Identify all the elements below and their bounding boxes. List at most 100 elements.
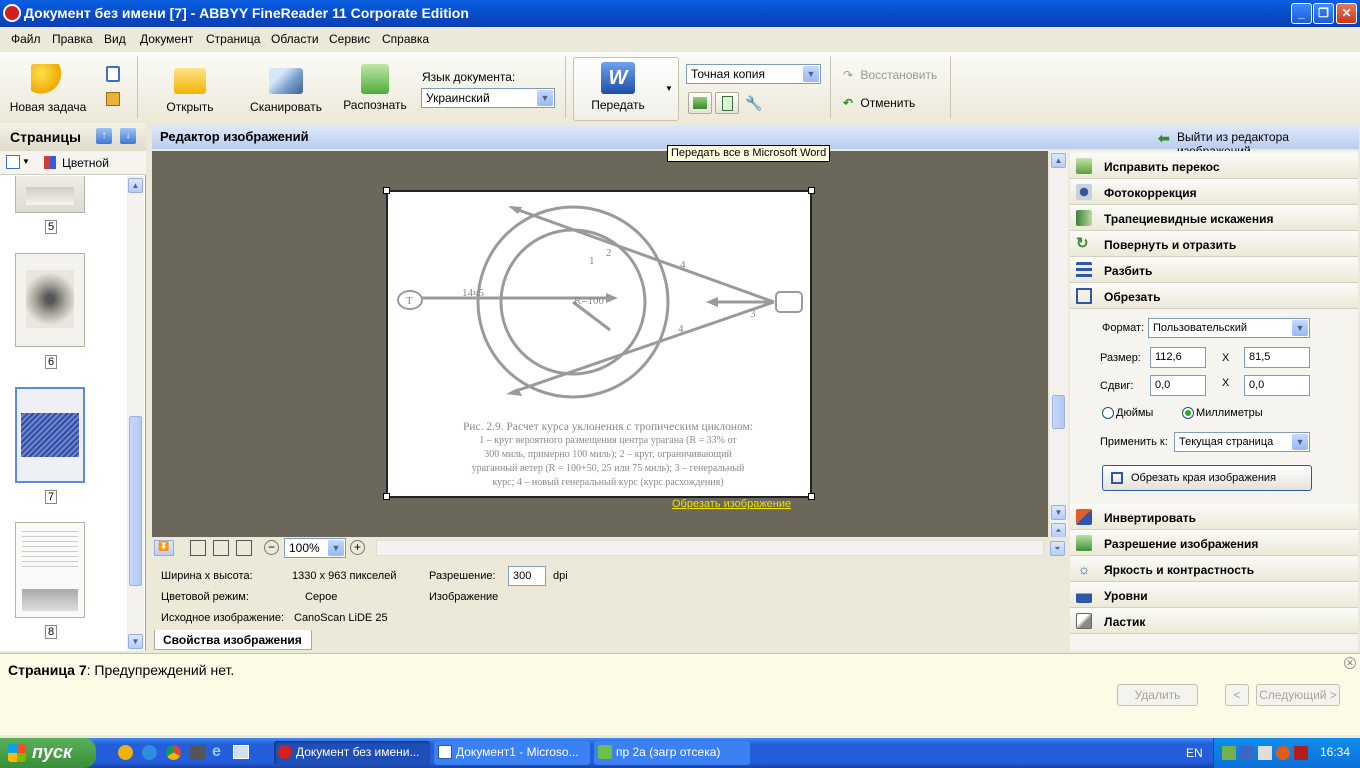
apply-to-select[interactable]: Текущая страница ▼ [1174, 432, 1310, 452]
close-button[interactable]: ✕ [1336, 3, 1357, 24]
scroll-thumb[interactable] [1052, 395, 1065, 429]
delete-button[interactable]: Удалить [1117, 684, 1198, 706]
scroll-down-icon[interactable]: ▼ [1051, 505, 1066, 520]
restore-button[interactable]: ↷ Восстановить [843, 68, 937, 82]
chevron-down-icon[interactable]: ▼ [22, 157, 30, 166]
menu-file[interactable]: Файл [11, 32, 41, 46]
crop-handle[interactable] [808, 187, 815, 194]
tool-rotate[interactable]: ↻ Повернуть и отразить [1070, 231, 1358, 257]
wrench-icon[interactable]: 🔧 [745, 95, 762, 112]
page-image[interactable]: T 14ч5 R=100 1 2 3 4 4 Рис. 2.9. Расчет … [383, 187, 815, 500]
tool-photo-correction[interactable]: Фотокоррекция [1070, 179, 1358, 205]
minimize-button[interactable]: _ [1291, 3, 1312, 24]
tool-deskew[interactable]: Исправить перекос [1070, 153, 1358, 179]
crop-image-link[interactable]: Обрезать изображение [672, 498, 791, 510]
image-properties-tab[interactable]: Свойства изображения [154, 630, 312, 650]
crop-edges-button[interactable]: Обрезать края изображения [1102, 465, 1312, 491]
send-button[interactable]: W Передать [578, 62, 658, 112]
antivirus-icon[interactable] [1294, 746, 1308, 760]
menu-help[interactable]: Справка [382, 32, 429, 46]
move-down-icon[interactable]: ↓ [120, 128, 136, 144]
next-button[interactable]: Следующий > [1256, 684, 1340, 706]
open-button[interactable]: Открыть [158, 64, 222, 114]
tool-brightness[interactable]: ☼ Яркость и контрастность [1070, 556, 1358, 582]
crop-handle[interactable] [808, 493, 815, 500]
scroll-up-icon[interactable]: ▲ [128, 178, 143, 193]
move-up-icon[interactable]: ↑ [96, 128, 112, 144]
tray-app-icon[interactable] [1240, 746, 1254, 760]
page-down-icon[interactable]: ⏷ [1050, 541, 1065, 556]
menu-view[interactable]: Вид [104, 32, 126, 46]
page-thumbnail-8[interactable] [15, 522, 85, 618]
quicklaunch-app-icon[interactable] [118, 745, 133, 760]
taskbar-finereader[interactable]: Документ без имени... [274, 741, 430, 765]
horizontal-scrollbar[interactable] [376, 540, 1044, 556]
menu-service[interactable]: Сервис [329, 32, 370, 46]
tool-trapezoid[interactable]: Трапециевидные искажения [1070, 205, 1358, 231]
previous-button[interactable]: < [1225, 684, 1249, 706]
collapse-icon[interactable]: ⏬ [154, 540, 174, 556]
tool-resolution[interactable]: Разрешение изображения [1070, 530, 1358, 556]
show-desktop-icon[interactable] [233, 745, 249, 759]
copy-pages-icon[interactable] [106, 92, 120, 106]
volume-icon[interactable] [1258, 746, 1272, 760]
send-dropdown-arrow[interactable]: ▼ [665, 84, 673, 93]
inches-radio[interactable] [1102, 407, 1114, 419]
fit-height-icon[interactable] [236, 540, 252, 556]
tool-levels[interactable]: Уровни [1070, 582, 1358, 608]
scroll-down-icon[interactable]: ▼ [128, 634, 143, 649]
new-task-button[interactable]: Новая задача [8, 64, 88, 114]
crop-width-input[interactable]: 112,6 [1150, 347, 1206, 368]
fit-page-icon[interactable] [190, 540, 206, 556]
scan-button[interactable]: Сканировать [246, 64, 326, 114]
quicklaunch-media-icon[interactable] [190, 745, 205, 760]
doc-language-select[interactable]: Украинский ▼ [421, 88, 555, 108]
ie-icon[interactable]: e [212, 743, 221, 761]
undo-button[interactable]: ↶ Отменить [843, 96, 915, 110]
crop-handle[interactable] [383, 187, 390, 194]
resolution-input[interactable]: 300 [508, 566, 546, 586]
close-icon[interactable]: ✕ [1344, 657, 1356, 669]
offset-x-input[interactable]: 0,0 [1150, 375, 1206, 396]
zoom-in-icon[interactable]: + [350, 540, 365, 555]
offset-y-input[interactable]: 0,0 [1244, 375, 1310, 396]
tool-invert[interactable]: Инвертировать [1070, 504, 1358, 530]
network-icon[interactable] [1222, 746, 1236, 760]
page-thumbnail-7[interactable] [15, 387, 85, 483]
recognize-button[interactable]: Распознать [340, 64, 410, 112]
zoom-out-icon[interactable]: − [264, 540, 279, 555]
language-indicator[interactable]: EN [1186, 746, 1203, 760]
crop-height-input[interactable]: 81,5 [1244, 347, 1310, 368]
menu-areas[interactable]: Области [271, 32, 319, 46]
color-mode-label[interactable]: Цветной [62, 156, 109, 170]
taskbar-folder[interactable]: пр 2а (загр отсека) [594, 741, 750, 765]
start-button[interactable]: пуск [0, 738, 96, 768]
taskbar-word[interactable]: Документ1 - Microso... [434, 741, 590, 765]
crop-handle[interactable] [383, 493, 390, 500]
page-thumbnail-5[interactable] [15, 176, 85, 213]
new-page-icon[interactable] [106, 66, 120, 82]
canvas-scrollbar[interactable]: ▲ ▼ ⏶ [1050, 151, 1068, 538]
chrome-icon[interactable] [166, 745, 181, 760]
menu-page[interactable]: Страница [206, 32, 260, 46]
format-select[interactable]: Пользовательский ▼ [1148, 318, 1310, 338]
fit-width-icon[interactable] [213, 540, 229, 556]
millimeters-radio[interactable] [1182, 407, 1194, 419]
tool-split[interactable]: Разбить [1070, 257, 1358, 283]
quicklaunch-globe-icon[interactable] [142, 745, 157, 760]
page-thumbnail-6[interactable] [15, 253, 85, 347]
zoom-select[interactable]: 100% ▼ [284, 538, 346, 558]
scroll-thumb[interactable] [129, 416, 142, 586]
copy-mode-select[interactable]: Точная копия ▼ [686, 64, 821, 84]
tray-chrome-icon[interactable] [1276, 746, 1290, 760]
maximize-button[interactable]: ❐ [1313, 3, 1334, 24]
pages-scrollbar[interactable]: ▲ ▼ [127, 176, 144, 651]
view-thumbnails-icon[interactable] [6, 155, 20, 169]
menu-document[interactable]: Документ [140, 32, 193, 46]
page-up-icon[interactable]: ⏶ [1051, 523, 1066, 538]
menu-edit[interactable]: Правка [52, 32, 93, 46]
tool-eraser[interactable]: Ластик [1070, 608, 1358, 634]
save-document-button[interactable] [715, 92, 739, 114]
tool-crop[interactable]: Обрезать [1070, 283, 1358, 309]
exit-arrow-icon[interactable]: ⬅ [1158, 130, 1170, 147]
